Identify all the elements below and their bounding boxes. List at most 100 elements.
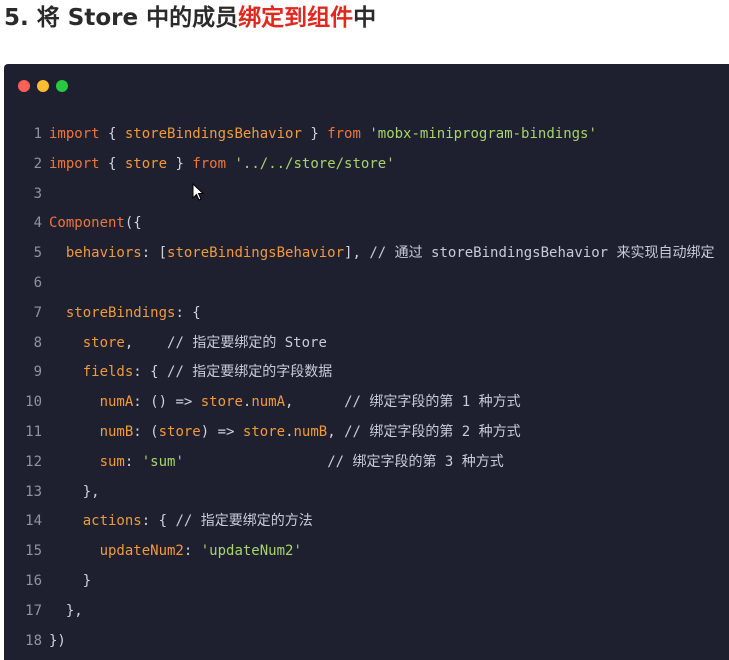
line-number: 17 <box>25 602 42 619</box>
code-string: '../../store/store' <box>234 155 395 172</box>
line-number: 7 <box>33 304 42 321</box>
code-identifier: store <box>158 423 201 440</box>
line-number: 1 <box>33 126 42 142</box>
code-punctuation <box>49 335 83 351</box>
code-identifier: numA <box>99 394 134 411</box>
minimize-dot-icon <box>37 80 49 92</box>
code-line: 17 }, <box>4 597 714 627</box>
code-punctuation <box>49 543 100 559</box>
code-punctuation: ], <box>344 245 370 262</box>
code-punctuation: }) <box>49 632 66 649</box>
code-line: 7 storeBindings: { <box>4 299 714 329</box>
code-content: import { store } from '../../store/store… <box>49 150 395 180</box>
line-number: 6 <box>33 274 42 291</box>
code-identifier: numB <box>99 423 134 440</box>
code-content: storeBindings: { <box>49 299 201 329</box>
code-identifier: sum <box>99 453 125 470</box>
code-punctuation: { <box>99 126 125 142</box>
code-comment: // 绑定字段的第 1 种方式 <box>344 394 521 411</box>
window-controls <box>18 80 68 92</box>
code-identifier: updateNum2 <box>99 543 184 560</box>
code-punctuation: }, <box>49 483 100 500</box>
line-number: 9 <box>33 364 42 381</box>
code-comment: // 绑定字段的第 3 种方式 <box>327 453 504 470</box>
code-punctuation: ) => <box>200 423 243 440</box>
code-line: 9 fields: { // 指定要绑定的字段数据 <box>4 358 714 388</box>
code-punctuation: } <box>167 155 193 172</box>
close-dot-icon <box>18 80 30 92</box>
code-identifier: storeBindingsBehavior <box>124 126 302 142</box>
code-content: }) <box>49 627 66 657</box>
code-punctuation: : [ <box>141 245 168 262</box>
code-content: behaviors: [storeBindingsBehavior], // 通… <box>49 239 715 269</box>
code-punctuation: , <box>327 423 345 440</box>
code-identifier: store <box>200 394 243 411</box>
code-editor-window: 1 import { storeBindingsBehavior } from '… <box>4 64 729 660</box>
code-line: 10 numA: () => store.numA, // 绑定字段的第 1 种… <box>4 388 714 418</box>
code-identifier: storeBindings <box>65 304 176 321</box>
heading-suffix: 中 <box>353 5 377 31</box>
code-punctuation <box>49 394 100 410</box>
code-content: import { storeBindingsBehavior } from 'm… <box>49 120 597 150</box>
code-keyword: import <box>49 126 100 142</box>
code-punctuation <box>49 245 66 261</box>
code-line: 5 behaviors: [storeBindingsBehavior], //… <box>4 239 715 269</box>
mouse-pointer-icon <box>192 182 205 205</box>
code-content: Component({ <box>49 209 142 239</box>
code-content: }, <box>49 478 100 508</box>
code-punctuation: : { <box>175 304 201 321</box>
code-line: 2 import { store } from '../../store/stor… <box>4 150 714 180</box>
code-identifier: storeBindingsBehavior <box>167 245 345 262</box>
code-punctuation: } <box>49 572 92 589</box>
code-comment: // 指定要绑定的字段数据 <box>167 364 333 381</box>
code-identifier: store <box>124 155 168 172</box>
code-punctuation: : () => <box>133 394 201 411</box>
code-line: 8 store, // 指定要绑定的 Store <box>4 329 714 359</box>
code-keyword: from <box>327 126 361 142</box>
code-content: store, // 指定要绑定的 Store <box>49 329 327 359</box>
code-punctuation <box>49 305 66 321</box>
code-punctuation: , <box>124 334 168 351</box>
code-comment: // 指定要绑定的 Store <box>167 334 327 351</box>
code-punctuation: } <box>301 126 328 142</box>
line-number: 13 <box>25 483 42 500</box>
line-number: 16 <box>25 572 42 589</box>
code-line: 6 <box>4 269 714 299</box>
line-number: 3 <box>33 185 42 202</box>
code-punctuation: : ( <box>133 423 159 440</box>
code-line: 12 sum: 'sum' // 绑定字段的第 3 种方式 <box>4 448 714 478</box>
code-content: } <box>49 567 91 597</box>
code-content: updateNum2: 'updateNum2' <box>49 537 302 567</box>
code-block[interactable]: 1 import { storeBindingsBehavior } from '… <box>4 120 714 656</box>
line-number: 15 <box>25 543 42 560</box>
code-punctuation: : { <box>133 364 168 381</box>
heading-prefix: 5. 将 Store 中的成员 <box>4 5 239 31</box>
line-number: 10 <box>25 394 42 411</box>
slide-heading: 5. 将 Store 中的成员绑定到组件中 <box>4 4 376 32</box>
code-identifier: fields <box>82 364 134 381</box>
line-number: 14 <box>25 513 42 530</box>
code-content: numB: (store) => store.numB, // 绑定字段的第 2… <box>49 418 521 448</box>
code-content: actions: { // 指定要绑定的方法 <box>49 507 313 537</box>
line-number: 2 <box>33 155 42 172</box>
code-string: 'updateNum2' <box>200 543 302 560</box>
code-line: 4 Component({ <box>4 209 714 239</box>
code-punctuation <box>49 454 100 470</box>
code-line: 13 }, <box>4 478 714 508</box>
line-number: 18 <box>25 632 42 649</box>
code-keyword: Component <box>49 215 125 232</box>
code-content: numA: () => store.numA, // 绑定字段的第 1 种方式 <box>49 388 521 418</box>
code-line: 3 <box>4 180 714 210</box>
code-keyword: import <box>49 155 100 172</box>
code-line: 16 } <box>4 567 714 597</box>
line-number: 5 <box>33 245 42 262</box>
code-line: 14 actions: { // 指定要绑定的方法 <box>4 507 714 537</box>
code-punctuation <box>49 513 83 529</box>
code-punctuation: : <box>124 453 142 470</box>
code-content: sum: 'sum' // 绑定字段的第 3 种方式 <box>49 448 504 478</box>
code-punctuation <box>49 424 100 440</box>
code-identifier: numB <box>293 423 328 440</box>
code-comment: // 指定要绑定的方法 <box>175 513 313 530</box>
code-comment: // 通过 storeBindingsBehavior 来实现自动绑定 <box>369 245 715 262</box>
code-identifier: behaviors <box>65 245 142 262</box>
